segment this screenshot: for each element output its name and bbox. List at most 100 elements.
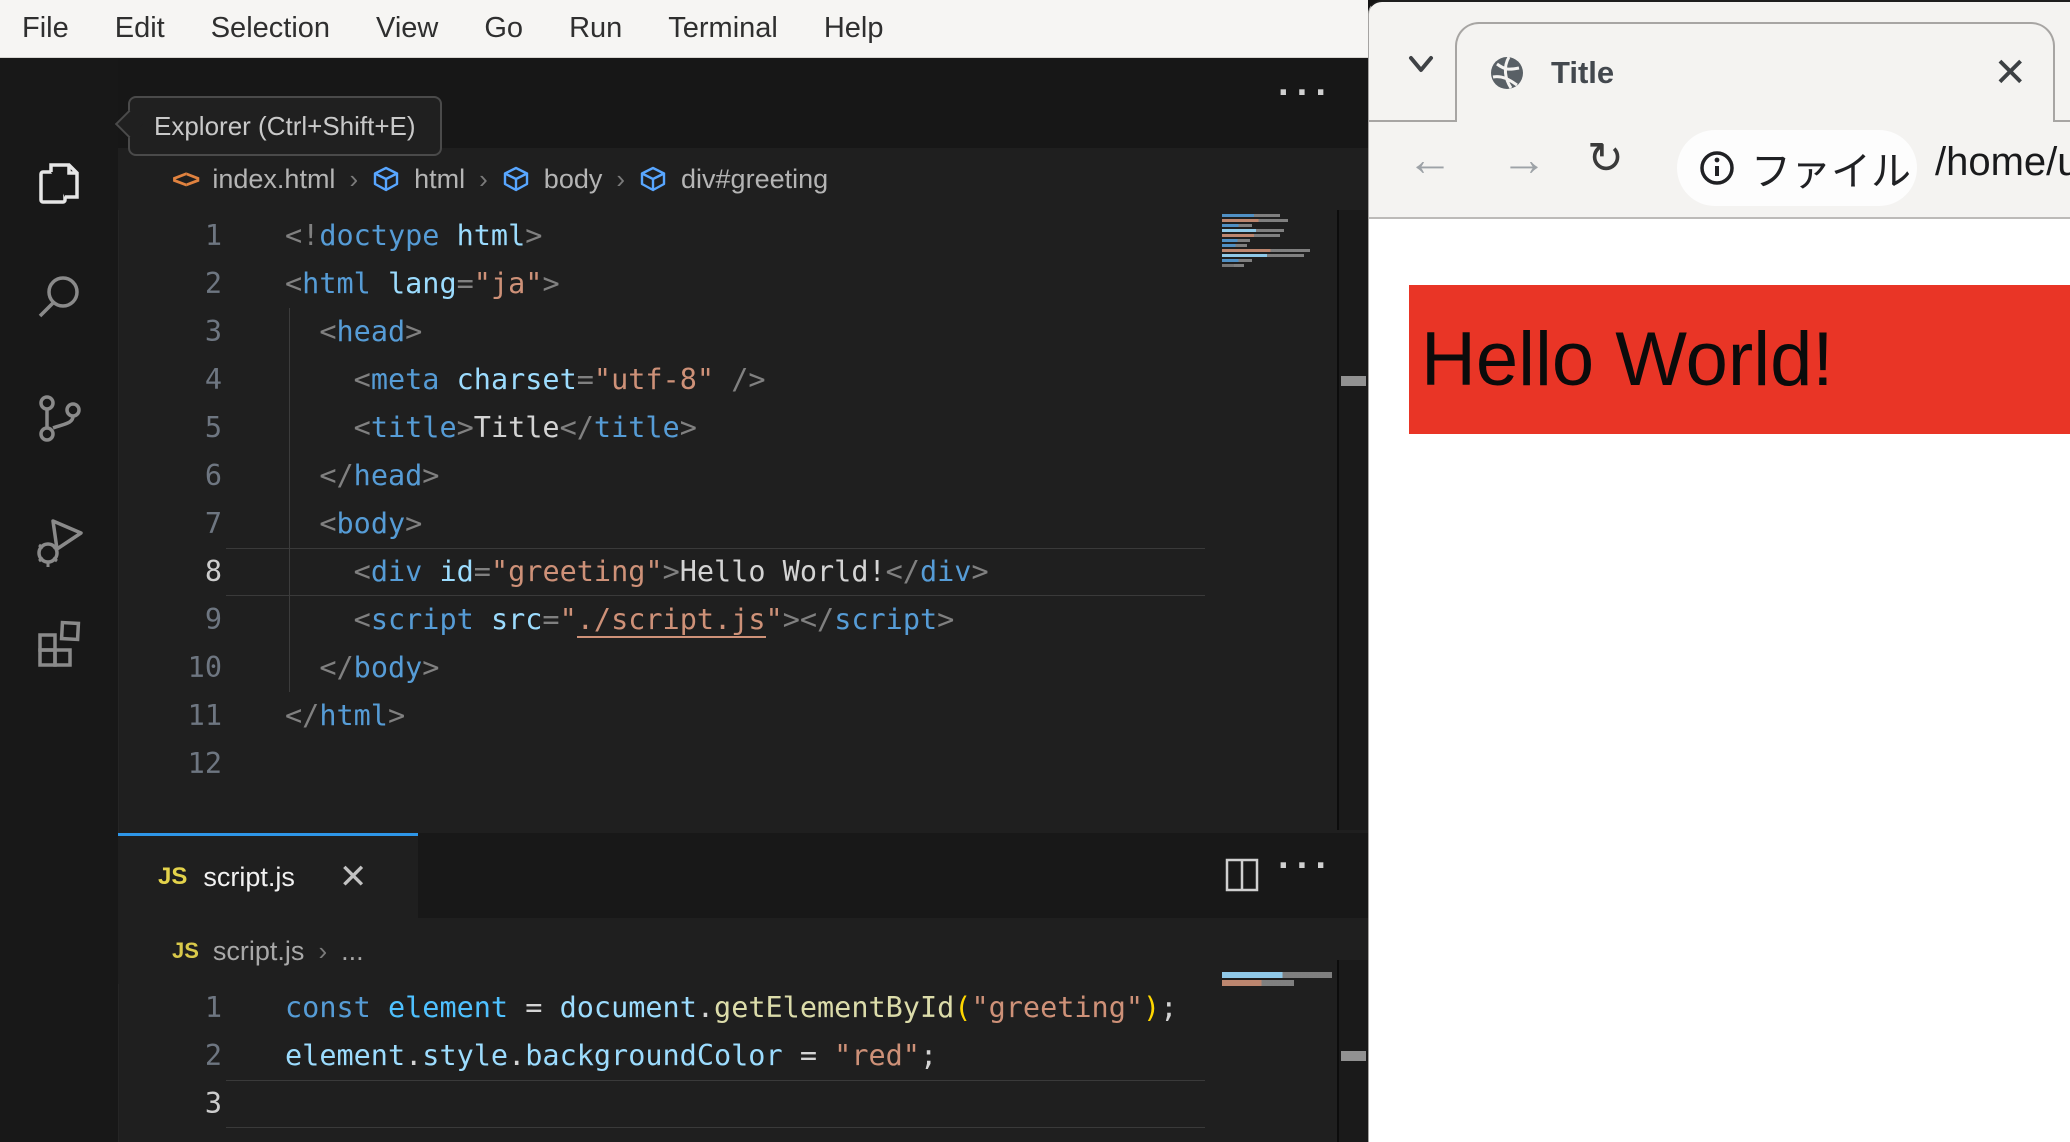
breadcrumb[interactable]: JS script.js › ... [118,918,1368,984]
menu-file[interactable]: File [22,12,69,45]
editor2-tabbar: JS script.js ✕ ··· [118,833,1368,918]
menu-run[interactable]: Run [569,12,622,45]
menu-view[interactable]: View [376,12,438,45]
extensions-icon[interactable] [31,613,87,669]
code-line[interactable]: 8 <div id="greeting">Hello World!</div> [118,548,1205,596]
code-line[interactable]: 5 <title>Title</title> [118,404,1205,452]
vscode-window: File Edit Selection View Go Run Terminal Help [0,0,1368,1142]
html-code-editor[interactable]: 1 <!doctype html> 2 <html lang="ja"> 3 <head… [118,212,1205,788]
line-number: 2 [204,1039,222,1072]
breadcrumb-item[interactable]: index.html [212,164,335,195]
breadcrumb-separator: › [349,163,359,194]
breadcrumb-separator: › [318,935,328,966]
editor2-more-actions-icon[interactable]: ··· [1278,845,1334,888]
code-line[interactable]: 2 <html lang="ja"> [118,260,1205,308]
split-editor-icon[interactable] [1224,857,1260,898]
line-number: 2 [204,267,222,300]
forward-icon[interactable]: → [1501,136,1547,182]
minimap[interactable] [1222,972,1335,988]
line-number: 3 [204,1087,222,1120]
editor2-scrollbar[interactable] [1337,960,1368,1142]
code-line[interactable]: 4 <meta charset="utf-8" /> [118,356,1205,404]
code-line[interactable]: 12 [118,740,1205,788]
code-text: </body> [319,651,440,684]
scrollbar-thumb[interactable] [1341,376,1366,386]
code-line[interactable]: 6 </head> [118,452,1205,500]
line-number: 11 [187,699,222,732]
menu-selection[interactable]: Selection [211,12,330,45]
code-icon: <> [172,163,200,194]
line-number: 4 [204,363,222,396]
code-line[interactable]: 2 element.style.backgroundColor = "red"; [118,1032,1205,1080]
address-bar-url[interactable]: /home/u [1935,140,2070,185]
code-line[interactable]: 3 [118,1080,1205,1128]
tab-scriptjs[interactable]: JS script.js ✕ [118,833,418,918]
line-number: 1 [204,219,222,252]
activity-bar [0,58,119,1142]
code-line[interactable]: 9 <script src="./script.js"></script> [118,596,1205,644]
code-text: <head> [319,315,423,348]
screen: File Edit Selection View Go Run Terminal Help [0,0,2070,1142]
breadcrumb-separator: › [616,163,626,194]
breadcrumb-more[interactable]: ... [341,936,364,967]
chip-label: ファイル [1751,150,1911,194]
explorer-icon[interactable] [31,156,87,212]
close-tab-icon[interactable]: ✕ [339,857,368,897]
code-text: </head> [319,459,440,492]
js-code-editor[interactable]: 1 const element = document.getElementById… [118,984,1205,1128]
cube-icon [639,164,667,195]
code-text: <meta charset="utf-8" /> [353,363,766,396]
breadcrumb-file[interactable]: script.js [213,936,305,967]
source-control-icon[interactable] [31,390,87,446]
code-text: <title>Title</title> [353,411,697,444]
cube-icon [372,164,400,195]
breadcrumb-item[interactable]: body [544,164,603,195]
code-text: element.style.backgroundColor = "red"; [285,1039,938,1072]
minimap[interactable] [1222,214,1335,269]
line-number: 7 [204,507,222,540]
menu-go[interactable]: Go [484,12,523,45]
tab-search-chevron-icon[interactable] [1399,42,1443,91]
line-number: 6 [204,459,222,492]
code-line[interactable]: 7 <body> [118,500,1205,548]
line-number: 1 [204,991,222,1024]
reload-icon[interactable]: ↻ [1587,137,1624,181]
line-number: 9 [204,603,222,636]
code-text: <script src="./script.js"></script> [353,603,955,638]
close-tab-icon[interactable]: ✕ [1993,53,2027,93]
browser-tab[interactable]: Title ✕ [1455,22,2055,122]
info-icon [1697,148,1737,188]
code-line[interactable]: 11 </html> [118,692,1205,740]
menu-terminal[interactable]: Terminal [668,12,778,45]
breadcrumb-item[interactable]: html [414,164,465,195]
code-text: <!doctype html> [285,219,543,252]
menu-help[interactable]: Help [824,12,884,45]
back-icon[interactable]: ← [1407,136,1453,182]
line-number: 8 [204,555,222,588]
breadcrumb-item[interactable]: div#greeting [681,164,828,195]
explorer-tooltip: Explorer (Ctrl+Shift+E) [128,96,442,156]
site-info-chip[interactable]: ファイル [1677,130,1917,206]
hello-world-text: Hello World! [1421,317,1834,402]
js-file-icon: JS [172,938,199,963]
globe-favicon [1487,53,1527,93]
line-number: 10 [187,651,222,684]
line-number: 12 [187,747,222,780]
browser-window: Title ✕ ← → ↻ ファイル /home/u Hello World! [1368,0,2070,1142]
code-line[interactable]: 10 </body> [118,644,1205,692]
code-line[interactable]: 3 <head> [118,308,1205,356]
editor1-scrollbar[interactable] [1337,210,1368,830]
scrollbar-thumb[interactable] [1341,1051,1366,1061]
code-line[interactable]: 1 <!doctype html> [118,212,1205,260]
menu-edit[interactable]: Edit [115,12,165,45]
code-text: const element = document.getElementById(… [285,991,1178,1024]
line-number: 3 [204,315,222,348]
run-debug-icon[interactable] [31,513,87,569]
search-icon[interactable] [31,270,87,326]
code-text: </html> [285,699,406,732]
browser-viewport: Hello World! [1369,219,2070,1142]
code-line[interactable]: 1 const element = document.getElementById… [118,984,1205,1032]
js-file-icon: JS [158,863,188,890]
editor1-more-actions-icon[interactable]: ··· [1278,72,1334,115]
breadcrumb[interactable]: <> index.html › html › body › div#greeting [118,148,1368,210]
